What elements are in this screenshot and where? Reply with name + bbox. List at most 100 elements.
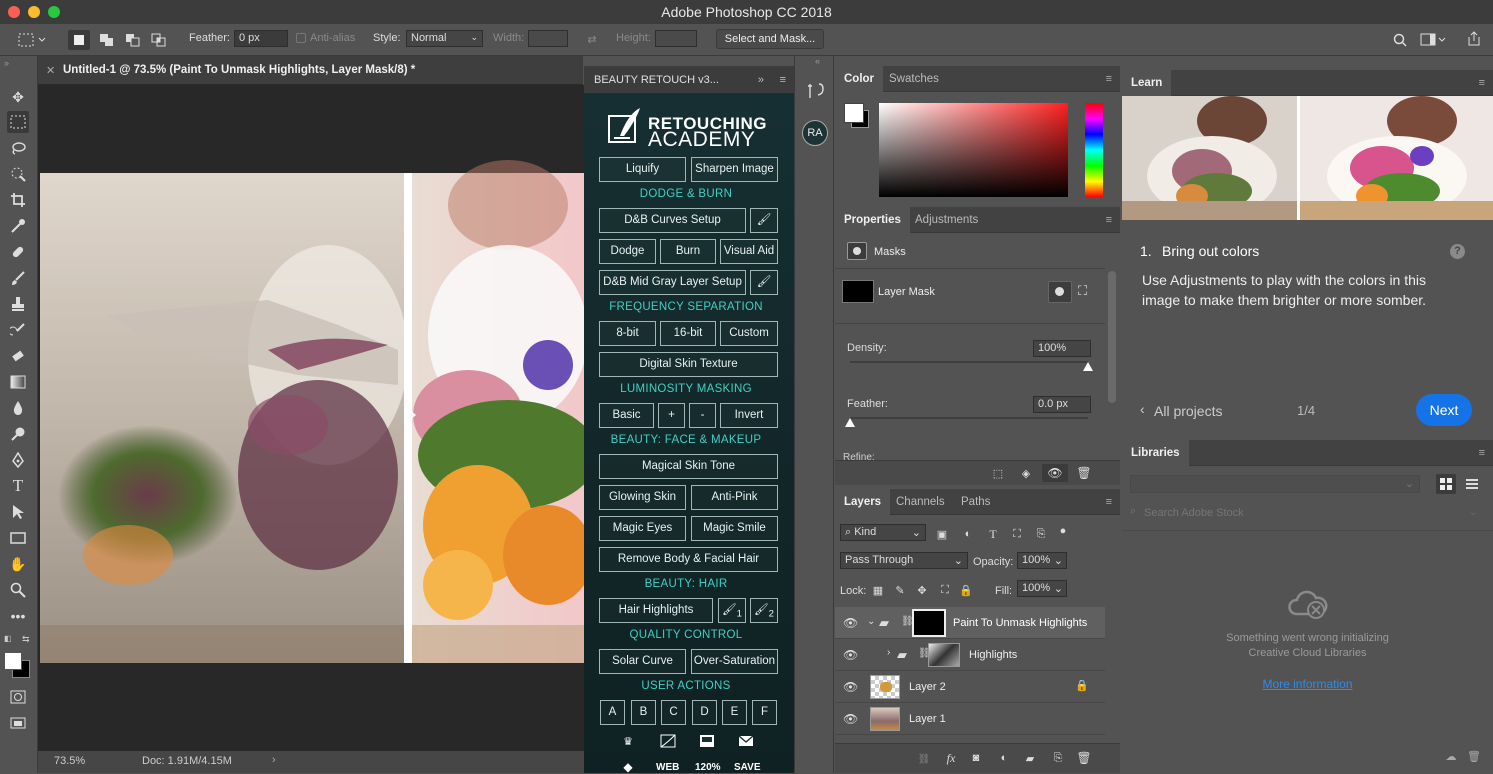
tab-adjustments[interactable]: Adjustments <box>906 207 987 233</box>
anti-pink-button[interactable]: Anti-Pink <box>691 485 778 510</box>
cloud-sync-icon[interactable]: ☁ <box>1442 749 1460 763</box>
filter-adjustment-icon[interactable]: ◐ <box>961 527 975 541</box>
clone-stamp-tool[interactable] <box>7 293 29 315</box>
minimize-window-button[interactable] <box>28 6 40 18</box>
expand-arrows-icon[interactable]: « <box>815 56 820 66</box>
expanded-chevron-icon[interactable]: ⌄ <box>867 616 875 627</box>
swap-icon[interactable]: ⇄ <box>584 32 600 46</box>
dodge-tool[interactable] <box>7 423 29 445</box>
crown-icon[interactable]: ♛ <box>618 733 638 749</box>
trash-icon[interactable]: 🗑 <box>1076 751 1091 765</box>
layer-row-layer-2[interactable]: 👁 Layer 2 🔒 <box>835 671 1105 703</box>
quick-selection-tool[interactable] <box>7 163 29 185</box>
curves-icon[interactable] <box>658 733 678 749</box>
tab-properties[interactable]: Properties <box>835 207 910 233</box>
new-selection-button[interactable] <box>68 30 90 50</box>
visibility-toggle-icon[interactable]: 👁 <box>1042 464 1068 482</box>
filter-toggle-icon[interactable]: ● <box>1057 524 1069 538</box>
sharpen-image-button[interactable]: Sharpen Image <box>691 157 778 182</box>
apply-mask-icon[interactable]: ◈ <box>1019 466 1033 480</box>
lock-image-icon[interactable]: ✎ <box>893 583 907 597</box>
fx-icon[interactable]: fx <box>943 751 959 765</box>
history-panel-button[interactable] <box>805 80 827 102</box>
hair-brush-1-button[interactable]: 🖌1 <box>718 598 746 623</box>
trash-icon[interactable]: 🗑 <box>1467 749 1481 763</box>
back-chevron-icon[interactable]: ‹ <box>1140 401 1145 417</box>
move-tool[interactable]: ✥ <box>7 86 29 108</box>
filter-shape-icon[interactable]: ⛶ <box>1010 527 1024 541</box>
filter-type-icon[interactable]: T <box>986 527 1000 541</box>
tab-layers[interactable]: Layers <box>835 489 891 515</box>
user-action-d-button[interactable]: D <box>692 700 717 725</box>
feather-input[interactable]: 0 px <box>234 30 288 47</box>
opacity-input[interactable]: 100% ⌄ <box>1017 552 1067 569</box>
16-bit-button[interactable]: 16-bit <box>660 321 716 346</box>
8-bit-button[interactable]: 8-bit <box>599 321 656 346</box>
collapsed-chevron-icon[interactable]: › <box>887 647 890 658</box>
default-colors-icon[interactable]: ◧ <box>4 634 12 643</box>
more-tools-button[interactable]: ••• <box>7 605 29 627</box>
subtract-selection-button[interactable] <box>122 30 144 50</box>
zoom-level[interactable]: 73.5% <box>54 755 85 767</box>
zoom-tool[interactable] <box>7 579 29 601</box>
list-view-button[interactable] <box>1462 474 1482 494</box>
style-select[interactable]: Normal ⌄ <box>406 30 483 47</box>
select-and-mask-button[interactable]: Select and Mask... <box>716 29 824 49</box>
next-button[interactable]: Next <box>1416 394 1472 426</box>
marquee-preset-picker[interactable] <box>18 31 46 49</box>
remove-hair-button[interactable]: Remove Body & Facial Hair <box>599 547 778 572</box>
gradient-tool[interactable] <box>7 371 29 393</box>
type-tool[interactable]: T <box>7 475 29 497</box>
lock-all-icon[interactable]: 🔒 <box>959 583 973 597</box>
hue-slider[interactable] <box>1085 103 1103 197</box>
collapse-panel-icon[interactable]: » <box>758 66 764 94</box>
digital-skin-texture-button[interactable]: Digital Skin Texture <box>599 352 778 377</box>
stock-search-input[interactable] <box>1144 504 1464 521</box>
panel-menu-icon[interactable]: ≡ <box>1479 447 1485 459</box>
lock-transparent-icon[interactable]: ▦ <box>871 583 885 597</box>
fill-input[interactable]: 100% ⌄ <box>1017 580 1067 597</box>
highlights-mask-thumbnail[interactable] <box>928 643 960 667</box>
web-action[interactable]: WEB <box>656 762 679 773</box>
db-mid-gray-button[interactable]: D&B Mid Gray Layer Setup <box>599 270 746 295</box>
db-curves-brush-button[interactable]: 🖌 <box>750 208 778 233</box>
tab-learn[interactable]: Learn <box>1122 70 1172 96</box>
properties-scrollbar[interactable] <box>1108 271 1116 403</box>
screen-mode-button[interactable] <box>7 713 29 735</box>
path-selection-tool[interactable] <box>7 501 29 523</box>
tab-color[interactable]: Color <box>835 66 884 92</box>
height-input[interactable] <box>655 30 697 47</box>
magical-skin-tone-button[interactable]: Magical Skin Tone <box>599 454 778 479</box>
zoom-window-button[interactable] <box>48 6 60 18</box>
document-tab-title[interactable]: Untitled-1 @ 73.5% (Paint To Unmask High… <box>63 64 415 76</box>
filter-pixel-icon[interactable]: ▣ <box>935 527 949 541</box>
layer-filter-kind-select[interactable]: ⌕ Kind ⌄ <box>840 524 926 541</box>
panel-menu-icon[interactable]: ≡ <box>1106 73 1112 85</box>
canvas-area[interactable] <box>38 85 584 751</box>
eye-icon[interactable]: 👁 <box>843 648 859 662</box>
burn-button[interactable]: Burn <box>660 239 716 264</box>
panel-menu-icon[interactable]: ≡ <box>780 66 786 94</box>
link-layers-icon[interactable]: ⛓ <box>917 752 931 766</box>
user-action-b-button[interactable]: B <box>631 700 656 725</box>
layer-row-group-highlights[interactable]: 👁 › ▰ ⛓ Highlights <box>835 639 1105 671</box>
color-fg-swatch[interactable] <box>844 103 864 123</box>
history-brush-tool[interactable] <box>7 319 29 341</box>
eye-icon[interactable]: 👁 <box>843 616 859 630</box>
eraser-tool[interactable] <box>7 345 29 367</box>
percent-action[interactable]: 120% <box>695 762 721 773</box>
blur-tool[interactable] <box>7 397 29 419</box>
tab-swatches[interactable]: Swatches <box>880 66 948 92</box>
pen-tool[interactable] <box>7 449 29 471</box>
marquee-tool[interactable] <box>7 111 29 133</box>
user-action-c-button[interactable]: C <box>661 700 686 725</box>
foreground-color-swatch[interactable] <box>4 652 22 670</box>
minus-button[interactable]: - <box>689 403 716 428</box>
save-action[interactable]: SAVE <box>734 762 761 773</box>
filter-smart-object-icon[interactable]: ⎘ <box>1034 527 1048 541</box>
glowing-skin-button[interactable]: Glowing Skin <box>599 485 686 510</box>
plus-button[interactable]: + <box>658 403 685 428</box>
healing-brush-tool[interactable] <box>7 241 29 263</box>
crop-tool[interactable] <box>7 189 29 211</box>
trash-icon[interactable]: 🗑 <box>1076 466 1091 480</box>
